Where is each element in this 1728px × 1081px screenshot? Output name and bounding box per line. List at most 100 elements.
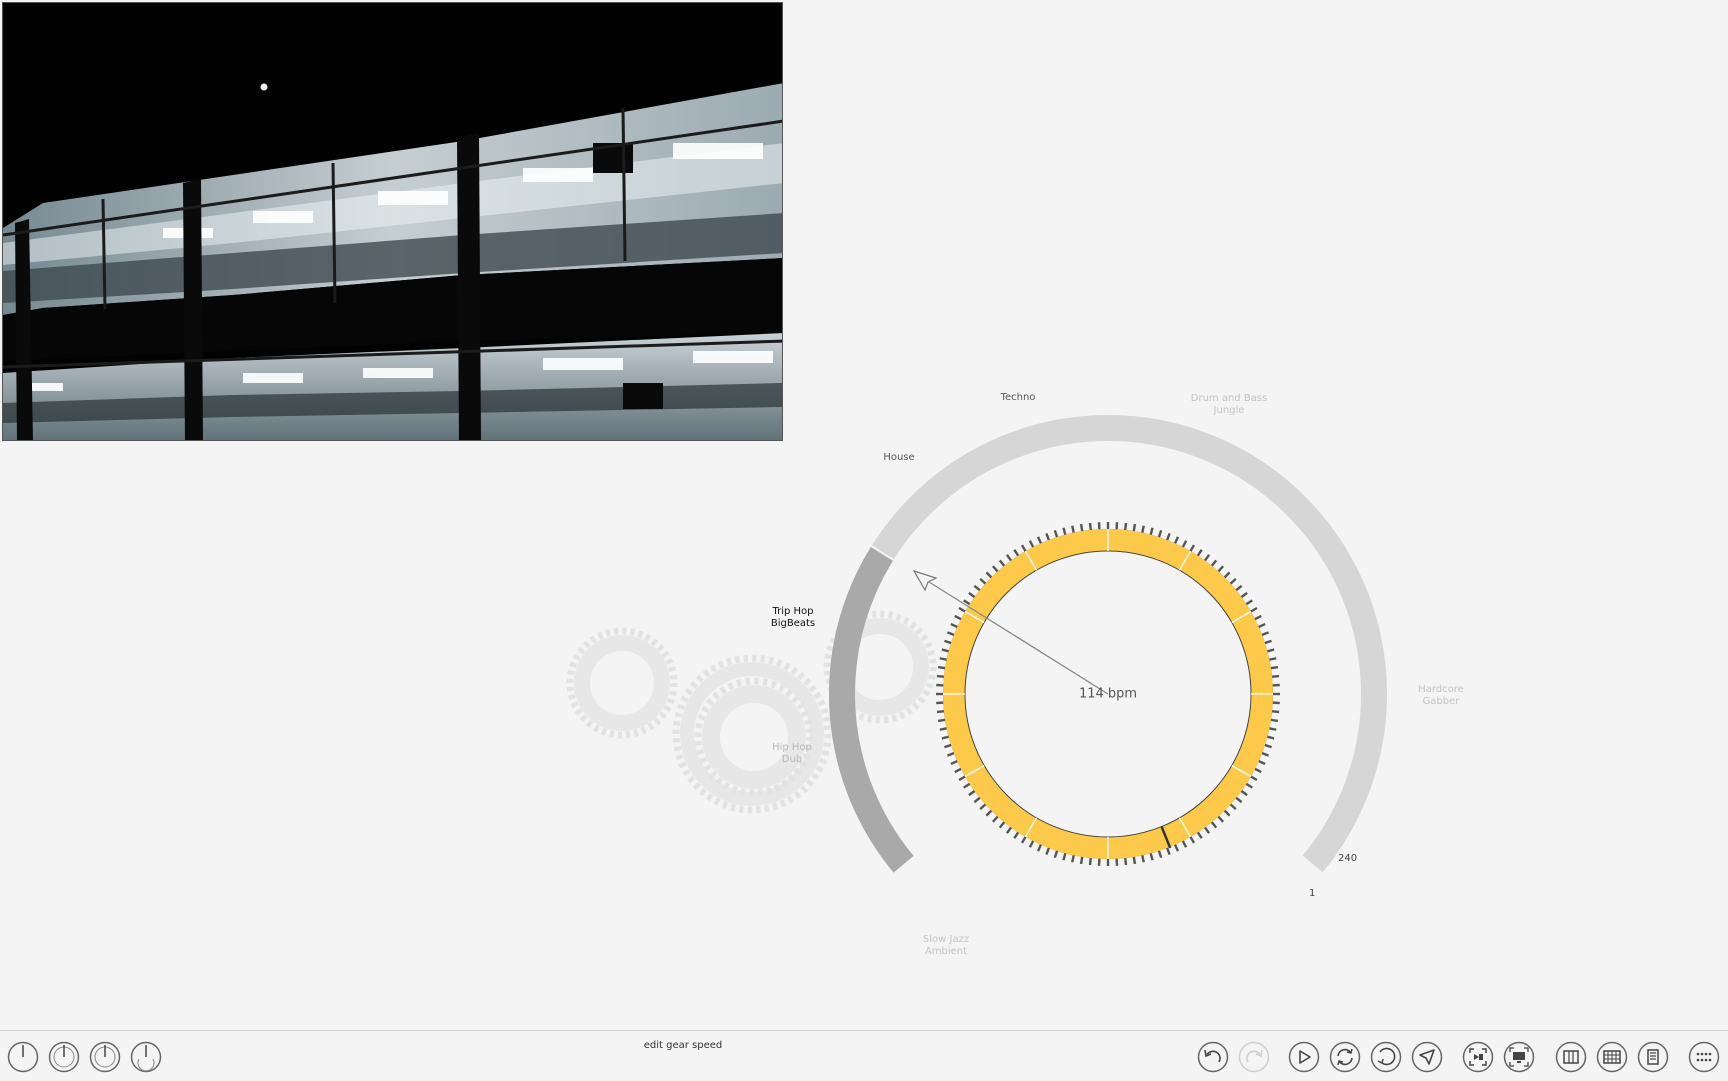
gear-tooth — [986, 810, 992, 816]
gear-tooth — [1000, 821, 1005, 827]
gear-tooth — [1211, 821, 1216, 827]
gear-tooth — [1270, 667, 1278, 668]
genre-label-techno[interactable]: Techno — [1001, 392, 1036, 404]
gear-tooth — [1134, 856, 1135, 864]
genre-slowjazz-line2: Ambient — [923, 946, 969, 958]
gear-tooth — [1204, 555, 1209, 561]
gear-tooth — [969, 593, 975, 598]
gear-tooth — [1190, 545, 1194, 552]
gear-tooth — [1125, 857, 1126, 865]
columns-icon — [1555, 1041, 1587, 1073]
pointer-icon — [1411, 1041, 1443, 1073]
grid-view-button[interactable] — [1596, 1041, 1628, 1073]
gear-tooth — [1159, 530, 1161, 538]
power-icon — [48, 1041, 80, 1073]
status-message: edit gear speed — [644, 1040, 723, 1051]
power-button-4[interactable] — [130, 1041, 162, 1073]
gear-tooth — [1134, 524, 1135, 532]
grid-icon — [1596, 1041, 1628, 1073]
power-icon — [89, 1041, 121, 1073]
gear-tooth — [942, 649, 950, 651]
gear-tooth — [1182, 840, 1186, 847]
gear-canvas[interactable] — [0, 0, 1728, 1030]
power-button-1[interactable] — [7, 1041, 39, 1073]
gear-tooth — [1211, 560, 1216, 566]
gear-tooth — [1046, 533, 1049, 540]
gear-tooth — [937, 711, 945, 712]
gear-tooth — [1197, 550, 1201, 557]
genre-label-hardcore[interactable]: Hardcore Gabber — [1418, 684, 1464, 708]
gear-tooth — [947, 632, 954, 635]
gear-body — [582, 643, 662, 723]
rotate-button[interactable] — [1370, 1041, 1402, 1073]
gear-tooth — [937, 676, 945, 677]
gear-tooth — [1271, 676, 1279, 677]
gear-tooth — [1072, 526, 1074, 534]
display-output-button[interactable] — [1503, 1041, 1535, 1073]
gear-tooth — [1241, 790, 1247, 795]
gear-tooth — [1142, 854, 1144, 862]
pointer-button[interactable] — [1411, 1041, 1443, 1073]
gear-tooth — [1258, 761, 1265, 764]
gear-tooth — [1014, 832, 1018, 839]
fit-view-icon — [1462, 1041, 1494, 1073]
gear-tooth — [1235, 586, 1241, 591]
genre-label-drum-and-bass[interactable]: Drum and Bass Jungle — [1191, 393, 1267, 417]
more-button[interactable] — [1688, 1041, 1720, 1073]
gear-body — [711, 694, 797, 780]
genre-dnb-line1: Drum and Bass — [1191, 393, 1267, 405]
gear-tooth — [942, 736, 950, 738]
power-icon — [130, 1041, 162, 1073]
gear-tooth — [940, 658, 948, 660]
genre-hardcore-line2: Gabber — [1418, 696, 1464, 708]
gear-tooth — [1175, 844, 1178, 851]
power-button-2[interactable] — [48, 1041, 80, 1073]
gear-tooth — [1254, 616, 1261, 620]
gear-tooth — [1250, 776, 1257, 780]
redo-button[interactable] — [1238, 1041, 1270, 1073]
gear-tooth — [1230, 579, 1236, 584]
gear-tooth — [1235, 797, 1241, 802]
gear-tooth — [969, 790, 975, 795]
gear-tooth — [1167, 533, 1170, 540]
gear-tooth — [1224, 572, 1230, 578]
gear-tooth — [959, 776, 966, 780]
loop-button[interactable] — [1329, 1041, 1361, 1073]
gear-tooth — [1090, 857, 1091, 865]
undo-button[interactable] — [1197, 1041, 1229, 1073]
gear-tooth — [1038, 537, 1041, 544]
gear-tooth — [993, 816, 998, 822]
genre-dnb-line2: Jungle — [1191, 405, 1267, 417]
genre-triphop-line1: Trip Hop — [771, 606, 815, 618]
gear-tooth — [944, 641, 952, 643]
gear-tooth — [1266, 736, 1274, 738]
gear-tooth — [940, 728, 948, 730]
genre-house-line1: House — [883, 452, 914, 464]
gear-tooth — [1063, 528, 1065, 536]
bottom-toolbar: edit gear speed — [0, 1030, 1728, 1081]
genre-label-hip-hop[interactable]: Hip Hop Dub — [772, 742, 812, 766]
gear-stage[interactable]: Techno Drum and Bass Jungle House Trip H… — [0, 0, 1728, 1030]
genre-label-trip-hop[interactable]: Trip Hop BigBeats — [771, 606, 815, 630]
gear-tooth — [1063, 852, 1065, 860]
list-view-button[interactable] — [1637, 1041, 1669, 1073]
genre-label-slow-jazz[interactable]: Slow Jazz Ambient — [923, 934, 969, 958]
power-button-3[interactable] — [89, 1041, 121, 1073]
scale-min-label: 1 — [1309, 888, 1315, 899]
gear-tooth — [1022, 836, 1026, 843]
gear-tooth — [1224, 810, 1230, 816]
gear-tooth — [955, 768, 962, 772]
genre-label-house[interactable]: House — [883, 452, 914, 464]
gear-tooth — [1072, 854, 1074, 862]
play-button[interactable] — [1288, 1041, 1320, 1073]
gear-tooth — [1266, 649, 1274, 651]
gear-tooth — [986, 572, 992, 578]
fit-view-button[interactable] — [1462, 1041, 1494, 1073]
gear-tooth — [1150, 852, 1152, 860]
columns-view-button[interactable] — [1555, 1041, 1587, 1073]
gear-tooth — [1190, 836, 1194, 843]
gear-tooth — [1246, 600, 1253, 604]
gear-tooth — [955, 616, 962, 620]
gear-tooth — [1182, 541, 1186, 548]
rotate-icon — [1370, 1041, 1402, 1073]
